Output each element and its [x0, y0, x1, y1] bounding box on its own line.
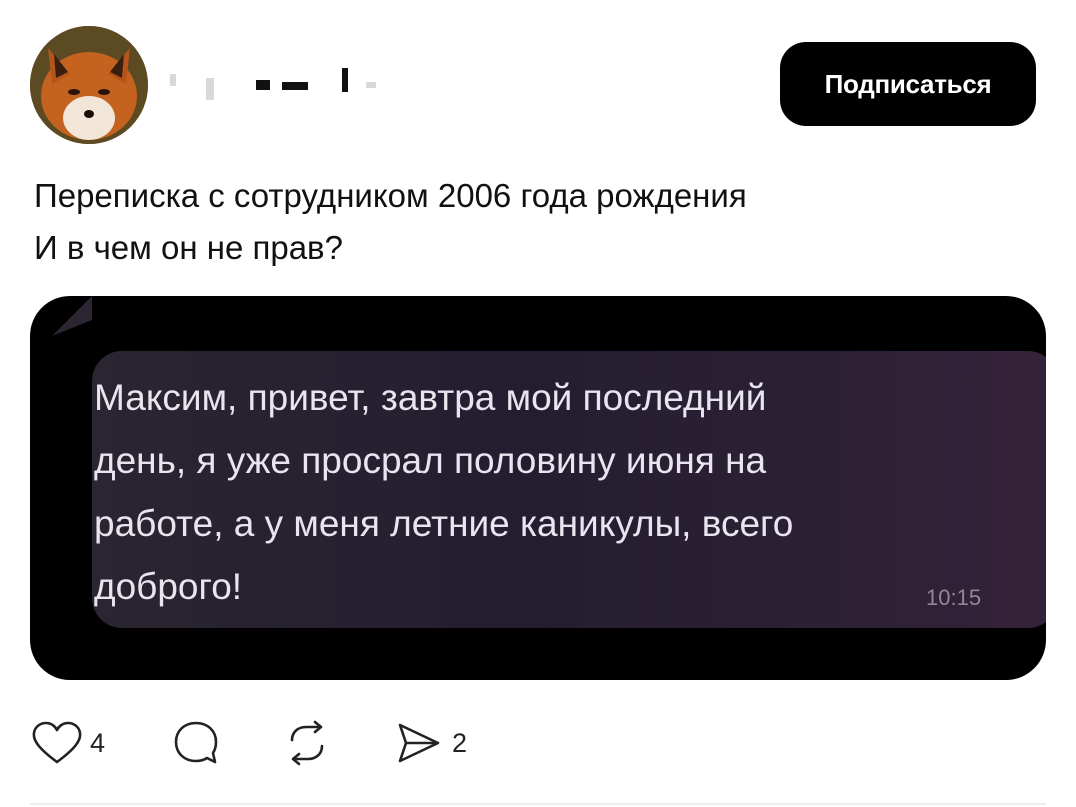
action-bar: 4 2 — [30, 718, 630, 768]
avatar[interactable] — [30, 26, 148, 144]
username-redacted — [170, 68, 390, 102]
like-button[interactable]: 4 — [30, 718, 105, 768]
heart-icon — [32, 721, 82, 764]
message-line: работе, а у меня летние каникулы, всего — [94, 503, 794, 544]
comment-icon — [174, 721, 218, 764]
share-button[interactable]: 2 — [392, 718, 467, 768]
post-text-line: И в чем он не прав? — [34, 229, 343, 266]
fox-avatar-icon — [30, 26, 148, 144]
shares-count: 2 — [452, 727, 468, 758]
message-text: Максим, привет, завтра мой последний ден… — [94, 366, 1014, 618]
share-icon — [398, 723, 440, 763]
message-line: доброго! — [94, 566, 243, 607]
message-time: 10:15 — [926, 585, 982, 610]
post-text-line: Переписка с сотрудником 2006 года рожден… — [34, 177, 747, 214]
message-line: Максим, привет, завтра мой последний — [94, 377, 767, 418]
message-line: день, я уже просрал половину июня на — [94, 440, 767, 481]
divider — [30, 803, 1046, 805]
likes-count: 4 — [90, 727, 106, 758]
post-card: Подписаться Переписка с сотрудником 2006… — [0, 0, 1076, 807]
post-text: Переписка с сотрудником 2006 года рожден… — [34, 170, 1034, 274]
repost-button[interactable] — [282, 718, 332, 768]
subscribe-button[interactable]: Подписаться — [780, 42, 1036, 126]
repost-icon — [290, 720, 324, 766]
comment-button[interactable] — [170, 718, 222, 768]
